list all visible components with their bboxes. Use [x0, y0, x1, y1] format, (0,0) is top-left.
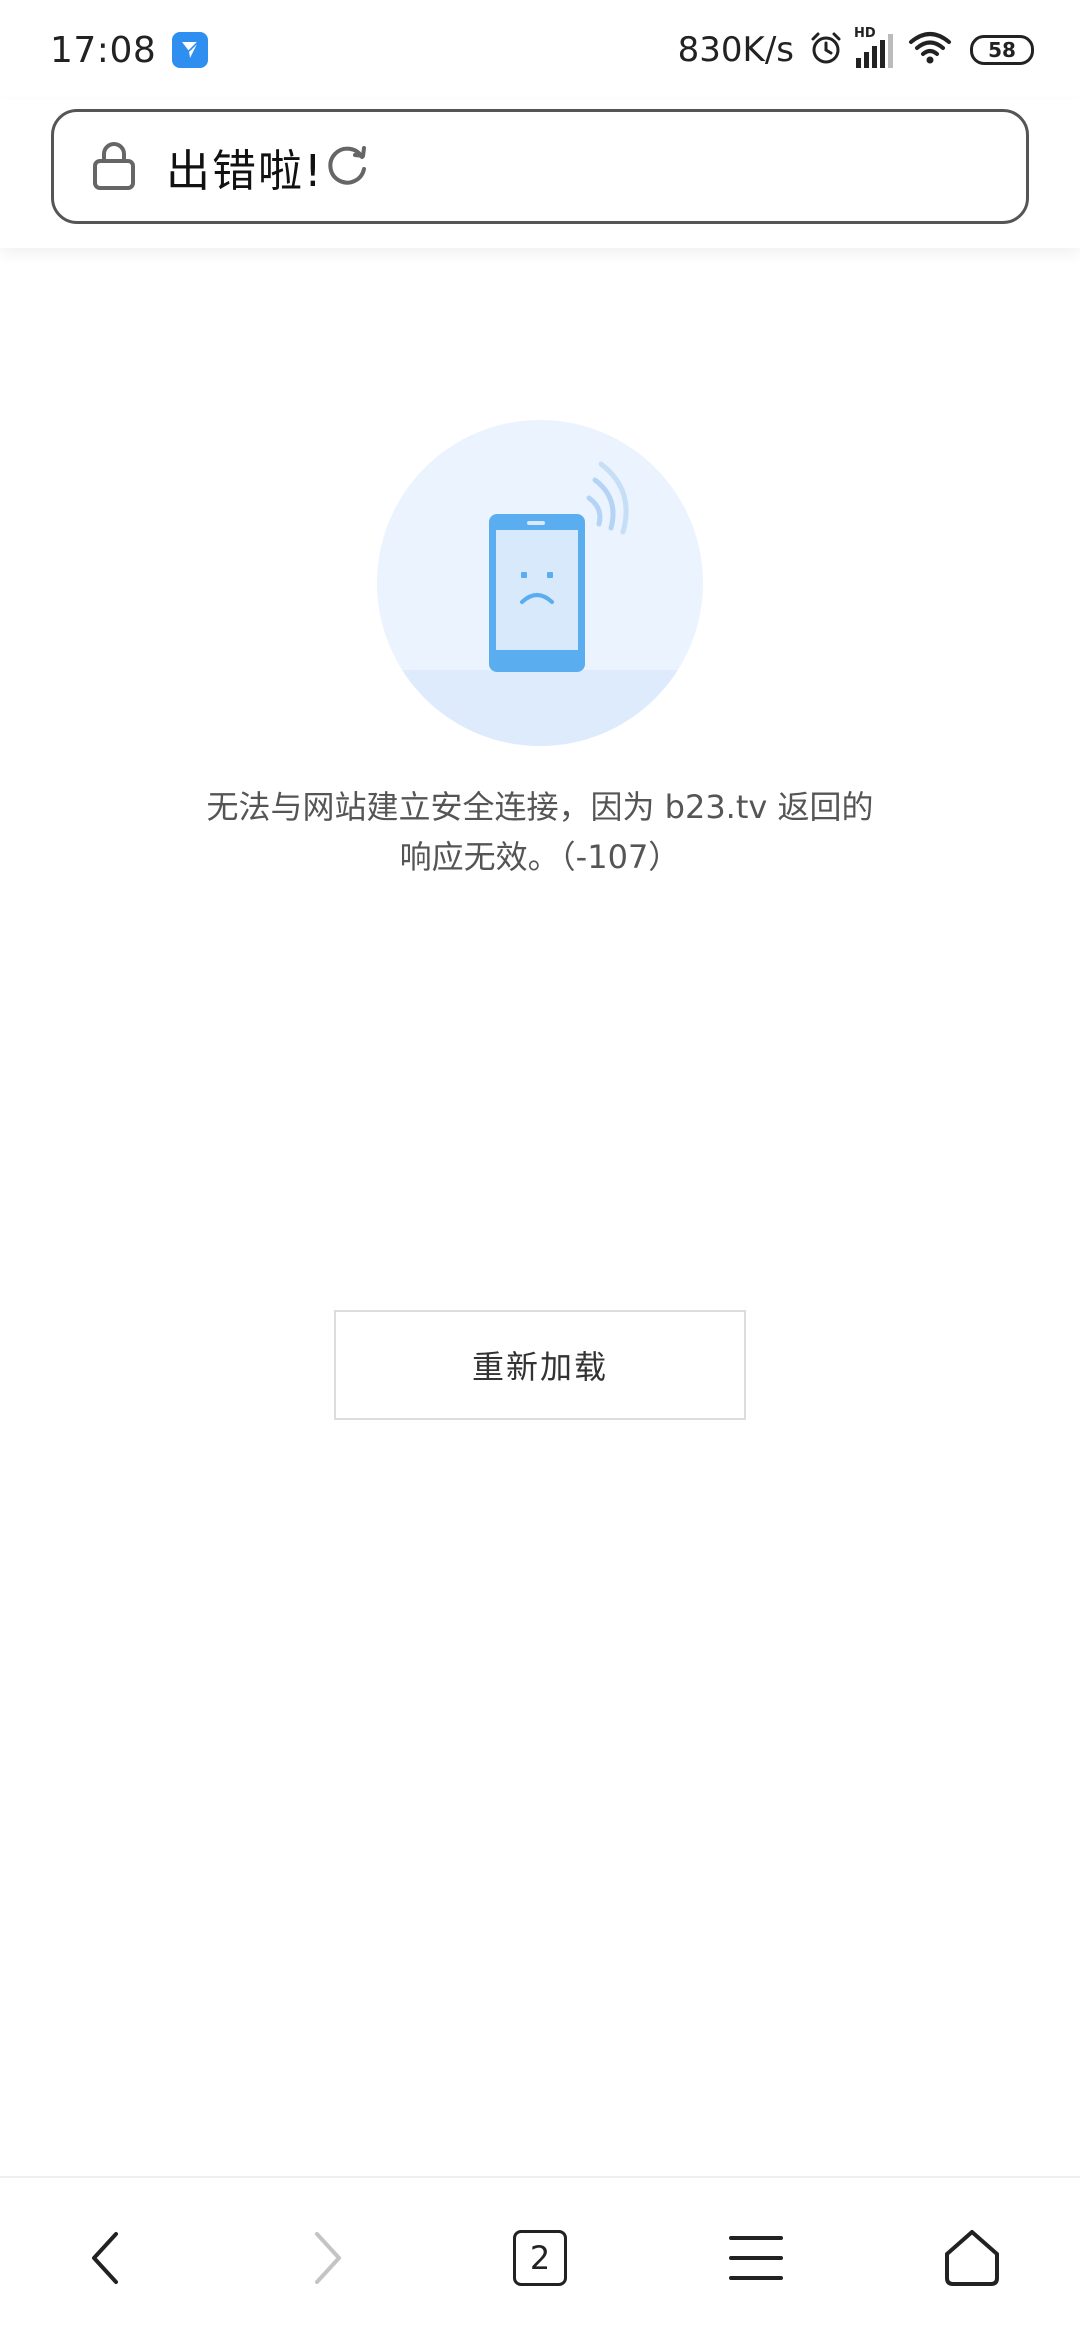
wifi-icon [908, 30, 952, 70]
page-title: 出错啦! [166, 145, 324, 197]
status-time: 17:08 [50, 29, 157, 71]
battery-level: 58 [988, 38, 1016, 62]
notification-app-icon [172, 32, 209, 68]
network-speed: 830K/s [677, 30, 794, 70]
home-icon [945, 2230, 999, 2286]
menu-button[interactable] [716, 2218, 796, 2298]
reload-page-button[interactable]: 重新加载 [334, 1310, 746, 1420]
battery-indicator: 58 [970, 35, 1034, 65]
alarm-icon [808, 30, 844, 70]
address-bar[interactable]: 出错啦! [51, 109, 1029, 224]
error-illustration [377, 420, 703, 746]
error-message: 无法与网站建立安全连接，因为 b23.tv 返回的响应无效。（-107） [206, 788, 874, 876]
home-button[interactable] [932, 2218, 1012, 2298]
menu-icon [729, 2236, 783, 2280]
reload-icon[interactable] [324, 141, 372, 193]
forward-arrow-icon [315, 2232, 341, 2284]
browser-header: 出错啦! [0, 100, 1080, 248]
tabs-button[interactable]: 2 [500, 2218, 580, 2298]
back-button[interactable] [66, 2218, 146, 2298]
tab-count: 2 [513, 2230, 567, 2286]
status-icons: 830K/s HD 58 [677, 26, 1034, 70]
signal-icon: HD [854, 26, 898, 70]
bottom-navigation: 2 [0, 2176, 1080, 2340]
forward-button[interactable] [287, 2218, 367, 2298]
status-bar: 17:08 830K/s HD 58 [0, 0, 1080, 100]
lock-icon [90, 139, 138, 195]
back-arrow-icon [92, 2232, 118, 2284]
